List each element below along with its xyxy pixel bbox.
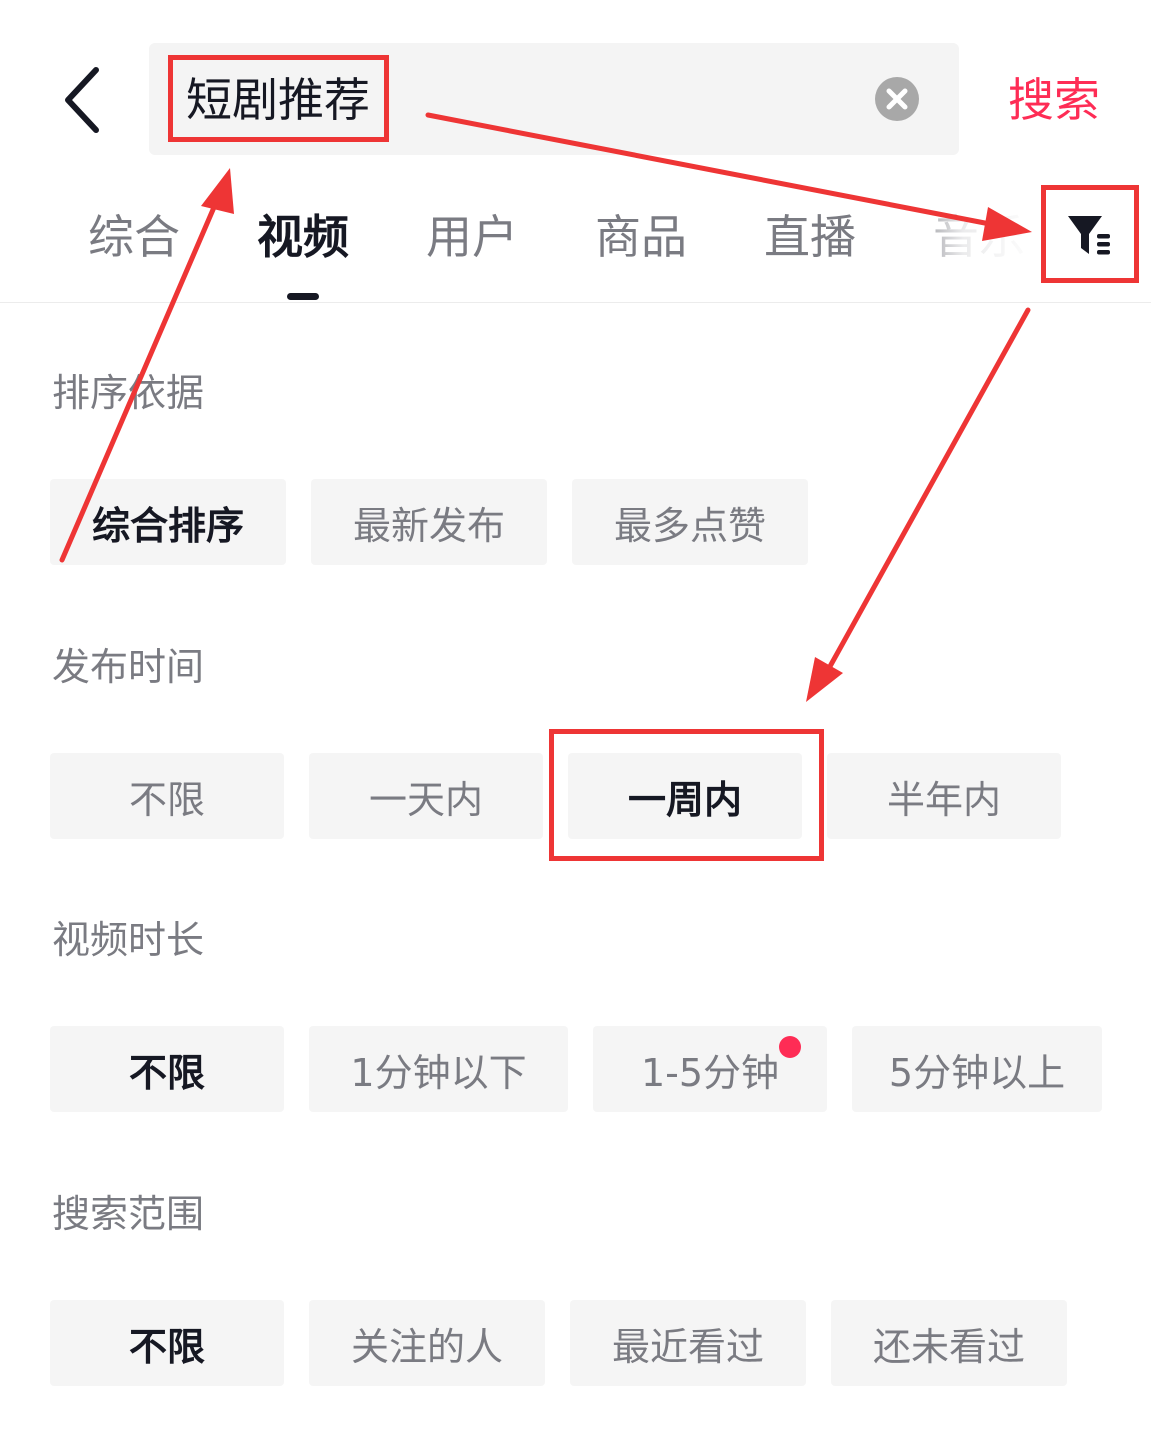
chip-sort-latest[interactable]: 最新发布: [311, 479, 547, 565]
filter-icon: [1068, 216, 1110, 255]
chip-duration-any[interactable]: 不限: [50, 1026, 284, 1112]
chevron-left-icon: [65, 67, 99, 133]
search-query-text[interactable]: 短剧推荐: [186, 68, 370, 132]
tab-products[interactable]: 商品: [595, 205, 687, 269]
clear-icon: [886, 88, 908, 110]
tab-comprehensive[interactable]: 综合: [88, 205, 180, 269]
tab-video[interactable]: 视频: [257, 205, 349, 269]
active-tab-indicator: [287, 293, 319, 300]
new-badge-dot: [779, 1036, 801, 1058]
chip-sort-comprehensive[interactable]: 综合排序: [50, 479, 286, 565]
section-title-publish-time: 发布时间: [52, 645, 205, 689]
clear-button[interactable]: [875, 77, 919, 121]
chip-sort-most-liked[interactable]: 最多点赞: [572, 479, 808, 565]
chip-time-one-day[interactable]: 一天内: [309, 753, 543, 839]
chip-scope-any[interactable]: 不限: [50, 1300, 284, 1386]
search-button[interactable]: 搜索: [1008, 68, 1100, 132]
result-tabs: 综合 视频 用户 商品 直播 音乐: [0, 195, 1151, 303]
section-title-scope: 搜索范围: [52, 1192, 205, 1236]
section-title-sort: 排序依据: [52, 371, 205, 415]
chip-time-any[interactable]: 不限: [50, 753, 284, 839]
chip-scope-not-viewed[interactable]: 还未看过: [831, 1300, 1067, 1386]
chip-scope-recently-viewed[interactable]: 最近看过: [570, 1300, 806, 1386]
tab-music[interactable]: 音乐: [933, 205, 1025, 269]
chip-time-half-year[interactable]: 半年内: [827, 753, 1061, 839]
filter-button[interactable]: [1060, 208, 1120, 264]
tab-users[interactable]: 用户: [426, 205, 518, 269]
chip-scope-following[interactable]: 关注的人: [309, 1300, 545, 1386]
chip-duration-over-5min[interactable]: 5分钟以上: [852, 1026, 1102, 1112]
section-title-duration: 视频时长: [52, 918, 205, 962]
chip-time-one-week[interactable]: 一周内: [568, 753, 802, 839]
chip-duration-under-1min[interactable]: 1分钟以下: [309, 1026, 568, 1112]
tab-live[interactable]: 直播: [764, 205, 856, 269]
back-button[interactable]: [52, 60, 112, 140]
